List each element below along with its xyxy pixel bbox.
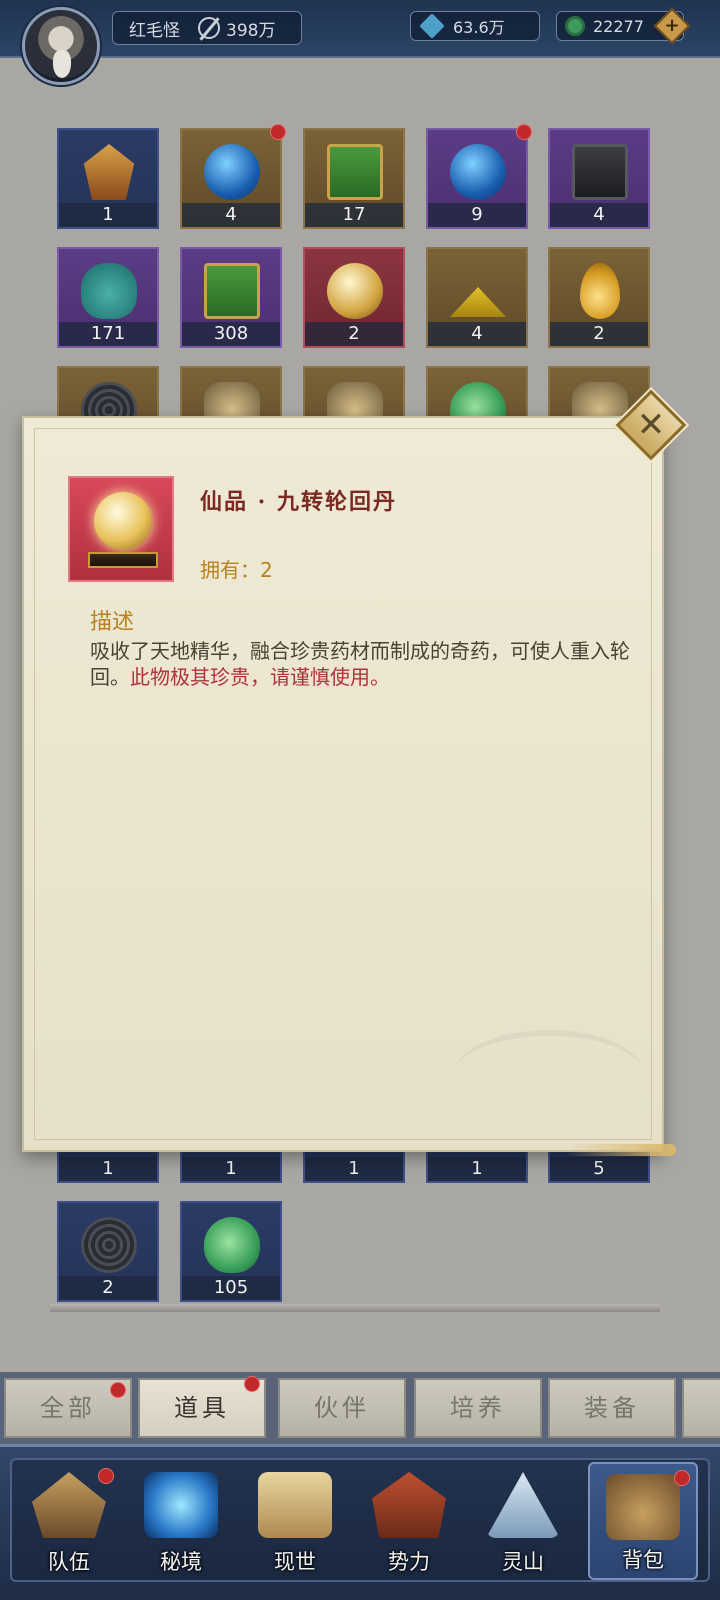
tab-overflow[interactable] — [682, 1378, 720, 1438]
yellow-powder-icon — [450, 287, 506, 317]
mountain-icon — [486, 1472, 560, 1538]
team-icon — [32, 1472, 106, 1538]
bag-icon — [606, 1474, 680, 1540]
golden-pill-icon — [94, 492, 152, 550]
tab-partners[interactable]: 伙伴 — [278, 1378, 406, 1438]
spirit-pouch-icon — [81, 263, 137, 319]
spirit-stone-value: 63.6万 — [453, 18, 505, 37]
cloud-decoration — [454, 1030, 644, 1120]
player-info[interactable]: 红毛怪 398万 — [112, 11, 302, 45]
close-icon: ✕ — [636, 405, 666, 445]
top-status-bar: 红毛怪 398万 63.6万 22277 + — [0, 0, 720, 58]
description-text: 吸收了天地精华，融合珍贵药材而制成的奇药，可使人重入轮回。此物极其珍贵，请谨慎使… — [90, 639, 630, 689]
tab-items[interactable]: 道具 — [138, 1376, 266, 1438]
description-label: 描述 — [90, 610, 135, 635]
description-warning: 此物极其珍贵，请谨慎使用。 — [130, 665, 390, 689]
jade-chest-icon — [327, 144, 383, 200]
inventory-slot[interactable]: 4 — [548, 128, 650, 229]
notification-badge — [98, 1468, 114, 1484]
golden-pill-icon — [327, 263, 383, 319]
nav-faction[interactable]: 势力 — [354, 1462, 464, 1580]
jade-leaf-icon — [204, 1217, 260, 1273]
item-title: 仙品 · 九转轮回丹 — [200, 489, 397, 515]
tab-cultivate[interactable]: 培养 — [414, 1378, 542, 1438]
scroll-map-icon — [258, 1472, 332, 1538]
nav-backpack[interactable]: 背包 — [588, 1462, 698, 1580]
inventory-slot[interactable]: 9 — [426, 124, 532, 229]
owned-count: 拥有：2 — [200, 558, 273, 582]
notification-badge — [516, 124, 532, 140]
nav-team[interactable]: 队伍 — [14, 1462, 124, 1580]
scroll-tail-decoration — [566, 1144, 676, 1156]
inventory-slot[interactable]: 105 — [180, 1201, 282, 1302]
talisman-icon — [83, 144, 135, 200]
amber-drop-icon — [580, 263, 620, 319]
notification-badge — [270, 124, 286, 140]
inventory-slot[interactable]: 1 — [57, 128, 159, 229]
palace-icon — [372, 1472, 446, 1538]
notification-badge — [110, 1382, 126, 1398]
coin-value: 22277 — [593, 16, 644, 36]
vortex-icon — [144, 1472, 218, 1538]
nav-secret-realm[interactable]: 秘境 — [126, 1462, 236, 1580]
inventory-slot[interactable]: 2 — [57, 1201, 159, 1302]
inventory-slot[interactable]: 4 — [426, 247, 528, 348]
tab-all[interactable]: 全部 — [4, 1378, 132, 1438]
notification-badge — [674, 1470, 690, 1486]
inventory-slot[interactable]: 2 — [548, 247, 650, 348]
nav-world[interactable]: 现世 — [240, 1462, 350, 1580]
coin-icon — [565, 16, 585, 36]
fish-orb-icon — [450, 144, 506, 200]
combat-power-icon — [198, 17, 220, 39]
notification-badge — [244, 1376, 260, 1392]
combat-power-value: 398万 — [226, 20, 276, 41]
item-detail-icon — [68, 476, 174, 582]
fish-orb-icon — [204, 144, 260, 200]
black-disc-icon — [81, 1217, 137, 1273]
inventory-slot[interactable]: 171 — [57, 247, 159, 348]
nav-spirit-mountain[interactable]: 灵山 — [468, 1462, 578, 1580]
spirit-stone-counter: 63.6万 — [410, 11, 540, 41]
inventory-slot-selected[interactable]: 2 — [303, 247, 405, 348]
spirit-crystal-icon — [419, 13, 445, 39]
player-name: 红毛怪 — [129, 20, 180, 41]
add-coins-button[interactable]: + — [653, 7, 691, 45]
avatar[interactable] — [22, 7, 100, 85]
dark-chest-icon — [572, 144, 628, 200]
coin-counter: 22277 + — [556, 7, 691, 45]
tab-equipment[interactable]: 装备 — [548, 1378, 676, 1438]
inventory-slot[interactable]: 17 — [303, 128, 405, 229]
inventory-slot[interactable]: 308 — [180, 247, 282, 348]
shelf-divider — [50, 1304, 660, 1312]
jade-chest-icon — [204, 263, 260, 319]
inventory-slot[interactable]: 4 — [180, 124, 286, 229]
